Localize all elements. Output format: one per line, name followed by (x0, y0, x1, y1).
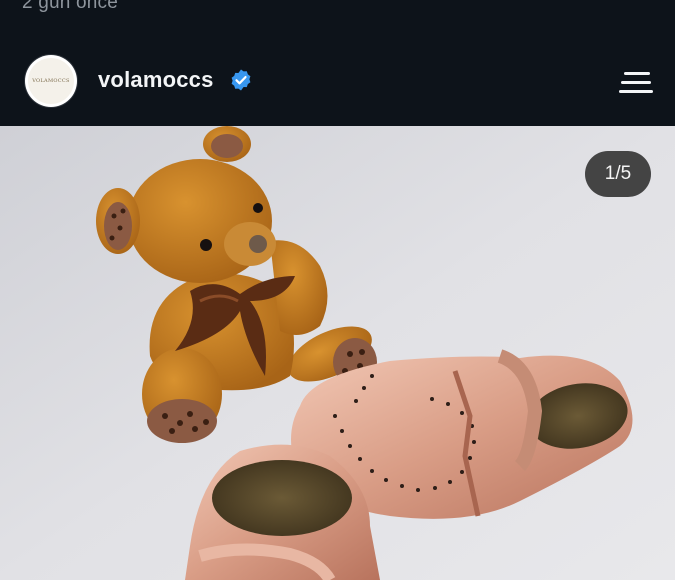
verified-badge-icon (229, 68, 253, 92)
avatar-logo-text: VOLAMOCCS (32, 78, 70, 84)
menu-icon (619, 90, 653, 93)
avatar[interactable]: VOLAMOCCS (25, 55, 77, 107)
post-photo[interactable] (0, 126, 675, 580)
avatar-logo: VOLAMOCCS (28, 58, 74, 104)
menu-icon (621, 81, 651, 84)
post-header: VOLAMOCCS volamoccs (0, 40, 675, 126)
media-counter: 1/5 (585, 151, 651, 197)
previous-post-footer: 2 gün önce (0, 0, 675, 40)
previous-post-timestamp: 2 gün önce (22, 0, 119, 13)
username[interactable]: volamoccs (98, 67, 214, 93)
menu-icon (624, 72, 650, 75)
menu-button[interactable] (613, 66, 659, 100)
